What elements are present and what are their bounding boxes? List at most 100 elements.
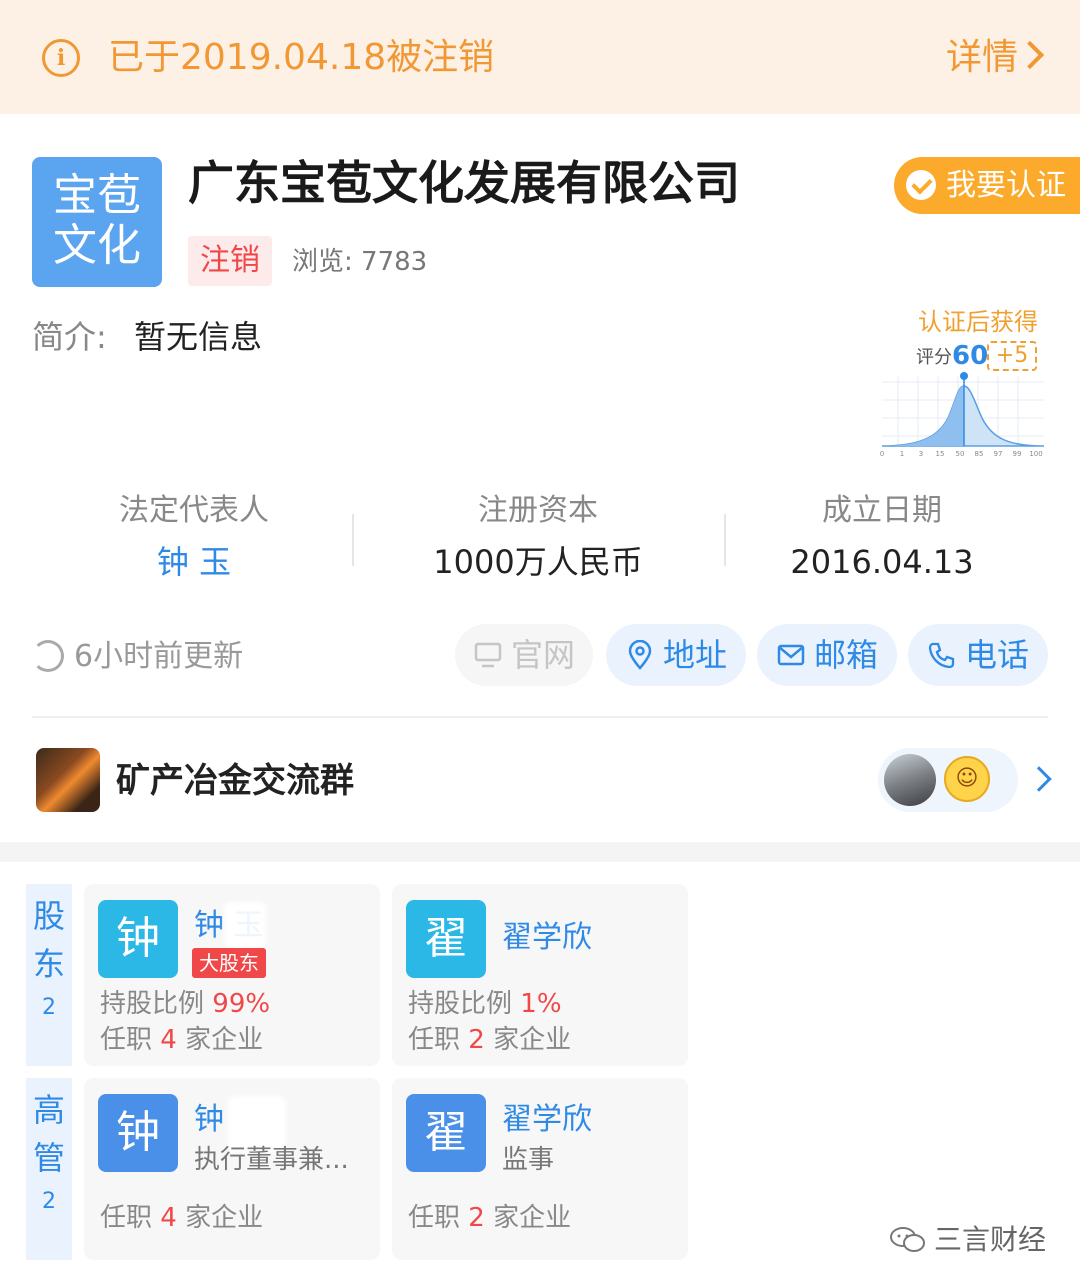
address-label: 地址 (662, 636, 727, 674)
jobs-line: 任职 4 家企业 (100, 1022, 263, 1058)
score-tick: 3 (919, 450, 923, 458)
score-tick: 0 (880, 450, 884, 458)
capital-value: 1000万人民币 (433, 543, 643, 581)
tab-executives-label-1: 高 (32, 1091, 65, 1129)
cancellation-status-text: 已于2019.04.18被注销 (108, 37, 495, 78)
monitor-icon (474, 642, 502, 668)
capital-label: 注册资本 (478, 493, 598, 528)
info-separator (724, 514, 726, 566)
privacy-blur (224, 902, 266, 948)
section-gap (0, 842, 1080, 862)
address-button[interactable]: 地址 (606, 624, 746, 686)
job-suffix: 家企业 (493, 1203, 572, 1233)
tab-executives[interactable]: 高 管 2 (26, 1078, 72, 1260)
email-label: 邮箱 (813, 636, 878, 674)
group-name[interactable]: 矿产冶金交流群 (116, 758, 354, 804)
group-thumbnail (36, 748, 100, 812)
avatar: 翟 (406, 900, 486, 978)
job-count: 2 (468, 1025, 485, 1055)
certify-button-label: 我要认证 (946, 168, 1066, 203)
legal-rep-label: 法定代表人 (119, 493, 269, 528)
tab-executives-label-2: 管 (32, 1139, 65, 1177)
status-badge: 注销 (188, 236, 272, 286)
job-prefix: 任职 (408, 1203, 461, 1233)
group-member-avatars[interactable]: ☺ (878, 748, 1018, 812)
score-tick: 97 (994, 450, 1003, 458)
chevron-right-icon (1015, 40, 1045, 70)
executive-name[interactable]: 翟学欣 (502, 1100, 592, 1140)
founded-label: 成立日期 (822, 493, 942, 528)
avatar: 翟 (406, 1094, 486, 1172)
chevron-right-icon[interactable] (1026, 766, 1052, 792)
score-tick: 50 (956, 450, 965, 458)
avatar: 钟 (98, 900, 178, 978)
registered-capital: 注册资本 1000万人民币 (388, 490, 688, 586)
legal-rep-link[interactable]: 钟 玉 (44, 538, 344, 586)
member-avatar (884, 754, 936, 806)
tab-shareholders[interactable]: 股 东 2 (26, 884, 72, 1066)
score-tick: 85 (975, 450, 984, 458)
logo-line-1: 宝苞 (53, 170, 141, 221)
shareholder-card[interactable]: 翟 翟学欣 持股比例 1% 任职 2 家企业 (392, 884, 688, 1066)
section-divider (32, 716, 1048, 718)
tab-shareholders-label-2: 东 (32, 945, 65, 983)
score-promo-title[interactable]: 认证后获得 (918, 306, 1038, 338)
view-count: 浏览: 7783 (292, 247, 428, 277)
score-tick: 1 (900, 450, 904, 458)
job-suffix: 家企业 (493, 1025, 572, 1055)
phone-button[interactable]: 电话 (908, 624, 1048, 686)
website-button[interactable]: 官网 (455, 624, 593, 686)
banner-detail-link[interactable]: 详情 (945, 32, 1045, 84)
banner-detail-label: 详情 (945, 37, 1018, 78)
job-count: 4 (160, 1203, 177, 1233)
website-label: 官网 (510, 636, 575, 674)
company-logo: 宝苞 文化 (32, 157, 162, 287)
verified-check-icon (906, 170, 936, 200)
avatar: 钟 (98, 1094, 178, 1172)
intro-value: 暂无信息 (134, 318, 263, 356)
jobs-line: 任职 2 家企业 (408, 1200, 571, 1236)
job-suffix: 家企业 (185, 1203, 264, 1233)
score-label: 评分 (916, 347, 952, 368)
founded-value: 2016.04.13 (790, 543, 974, 581)
intro-label: 简介: (32, 318, 107, 356)
ratio-label: 持股比例 (100, 989, 205, 1019)
score-tick: 100 (1029, 450, 1042, 458)
executive-card[interactable]: 钟 钟 执行董事兼... 任职 4 家企业 (84, 1078, 380, 1260)
wechat-icon (890, 1227, 925, 1252)
jobs-line: 任职 4 家企业 (100, 1200, 263, 1236)
email-button[interactable]: 邮箱 (757, 624, 897, 686)
job-count: 4 (160, 1025, 177, 1055)
major-shareholder-badge: 大股东 (192, 948, 266, 978)
job-count: 2 (468, 1203, 485, 1233)
certify-button[interactable]: 我要认证 (894, 157, 1080, 214)
executive-card[interactable]: 翟 翟学欣 监事 任职 2 家企业 (392, 1078, 688, 1260)
info-icon: i (42, 39, 80, 77)
cancellation-banner[interactable]: i 已于2019.04.18被注销 详情 (0, 0, 1080, 114)
info-separator (352, 514, 354, 566)
shareholding-line: 持股比例 99% (100, 986, 270, 1022)
tab-shareholders-label-1: 股 (32, 897, 65, 935)
score-tick: 15 (936, 450, 945, 458)
job-prefix: 任职 (100, 1203, 153, 1233)
founded-date: 成立日期 2016.04.13 (732, 490, 1032, 586)
ratio-label: 持股比例 (408, 989, 513, 1019)
executive-role: 监事 (502, 1145, 555, 1175)
source-watermark: 三言财经 (888, 1220, 1046, 1260)
update-status: 6小时前更新 (32, 636, 243, 678)
shareholder-card[interactable]: 钟 钟 玉 大股东 持股比例 99% 任职 4 家企业 (84, 884, 380, 1066)
executives-count: 2 (42, 1189, 56, 1214)
job-prefix: 任职 (100, 1025, 153, 1055)
company-name: 广东宝苞文化发展有限公司 (188, 156, 740, 210)
shareholder-name[interactable]: 翟学欣 (502, 918, 592, 958)
mail-icon (777, 644, 805, 666)
refresh-icon (32, 640, 64, 672)
executive-name[interactable]: 钟 (194, 1100, 224, 1140)
logo-line-2: 文化 (53, 220, 141, 271)
legal-representative: 法定代表人 钟 玉 (44, 490, 344, 586)
phone-icon (928, 642, 955, 669)
jobs-line: 任职 2 家企业 (408, 1022, 571, 1058)
job-prefix: 任职 (408, 1025, 461, 1055)
phone-label: 电话 (964, 636, 1029, 674)
score-bonus: +5 (987, 341, 1037, 371)
